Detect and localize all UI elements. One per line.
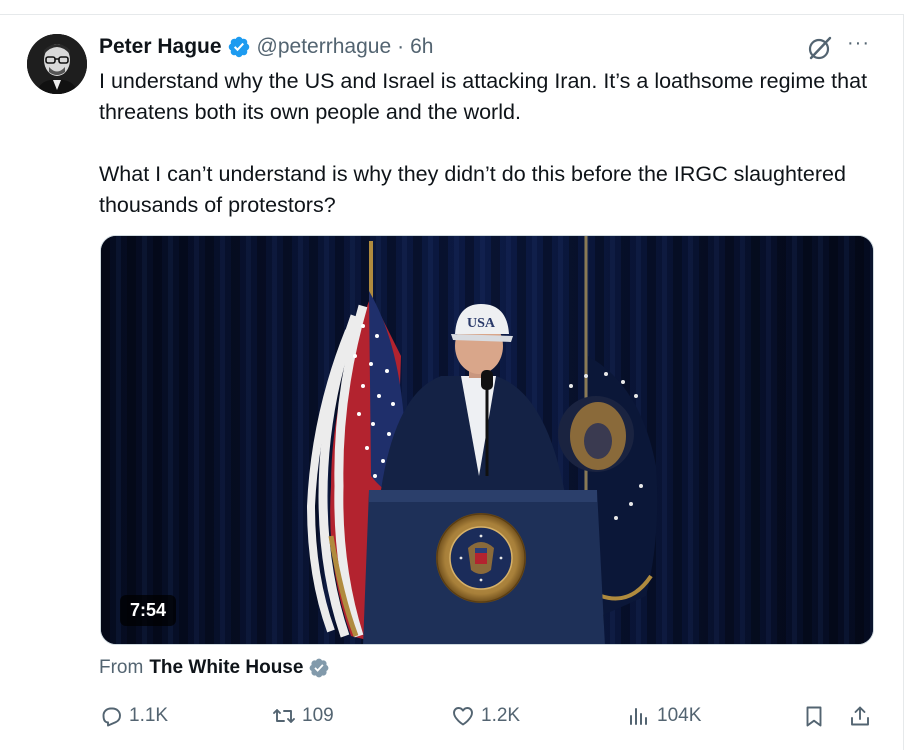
like-icon bbox=[453, 707, 473, 726]
tweet-header: Peter Hague @peterrhague · 6h bbox=[99, 34, 433, 60]
tweet-text: I understand why the US and Israel is at… bbox=[99, 66, 889, 221]
tweet-paragraph-2: What I can’t understand is why they didn… bbox=[99, 162, 846, 217]
more-icon[interactable]: ··· bbox=[847, 33, 875, 58]
share-icon bbox=[851, 706, 869, 726]
separator-dot: · bbox=[397, 35, 405, 58]
share-button[interactable] bbox=[848, 700, 878, 732]
bookmark-icon bbox=[806, 706, 822, 727]
reply-icon bbox=[102, 707, 121, 727]
like-button[interactable]: 1.2K bbox=[451, 700, 520, 732]
reply-count: 1.1K bbox=[129, 705, 169, 726]
attribution-source-link[interactable]: The White House bbox=[149, 657, 303, 679]
repost-icon bbox=[273, 709, 295, 723]
video-frame: USA bbox=[101, 236, 873, 644]
author-handle[interactable]: @peterrhague bbox=[257, 35, 392, 59]
cap-text: USA bbox=[467, 316, 496, 331]
grok-icon[interactable] bbox=[806, 34, 834, 62]
gray-verified-badge-icon bbox=[310, 658, 329, 678]
avatar[interactable] bbox=[27, 34, 87, 94]
views-count: 104K bbox=[657, 705, 702, 726]
video-player[interactable]: USA bbox=[100, 235, 874, 645]
bookmark-button[interactable] bbox=[802, 700, 832, 732]
author-name[interactable]: Peter Hague bbox=[99, 35, 222, 59]
attribution-prefix: From bbox=[99, 657, 144, 678]
repost-button[interactable]: 109 bbox=[272, 700, 334, 732]
like-count: 1.2K bbox=[481, 705, 521, 726]
timestamp[interactable]: 6h bbox=[410, 35, 433, 59]
action-bar: 1.1K 109 1.2K 104K bbox=[0, 700, 918, 732]
attribution: From The White House bbox=[99, 657, 330, 679]
views-icon bbox=[630, 708, 647, 725]
repost-count: 109 bbox=[302, 705, 334, 726]
tweet-paragraph-1: I understand why the US and Israel is at… bbox=[99, 69, 868, 124]
video-duration: 7:54 bbox=[120, 595, 177, 626]
views-button[interactable]: 104K bbox=[627, 700, 701, 732]
verified-badge-icon bbox=[228, 36, 249, 58]
reply-button[interactable]: 1.1K bbox=[99, 700, 168, 732]
